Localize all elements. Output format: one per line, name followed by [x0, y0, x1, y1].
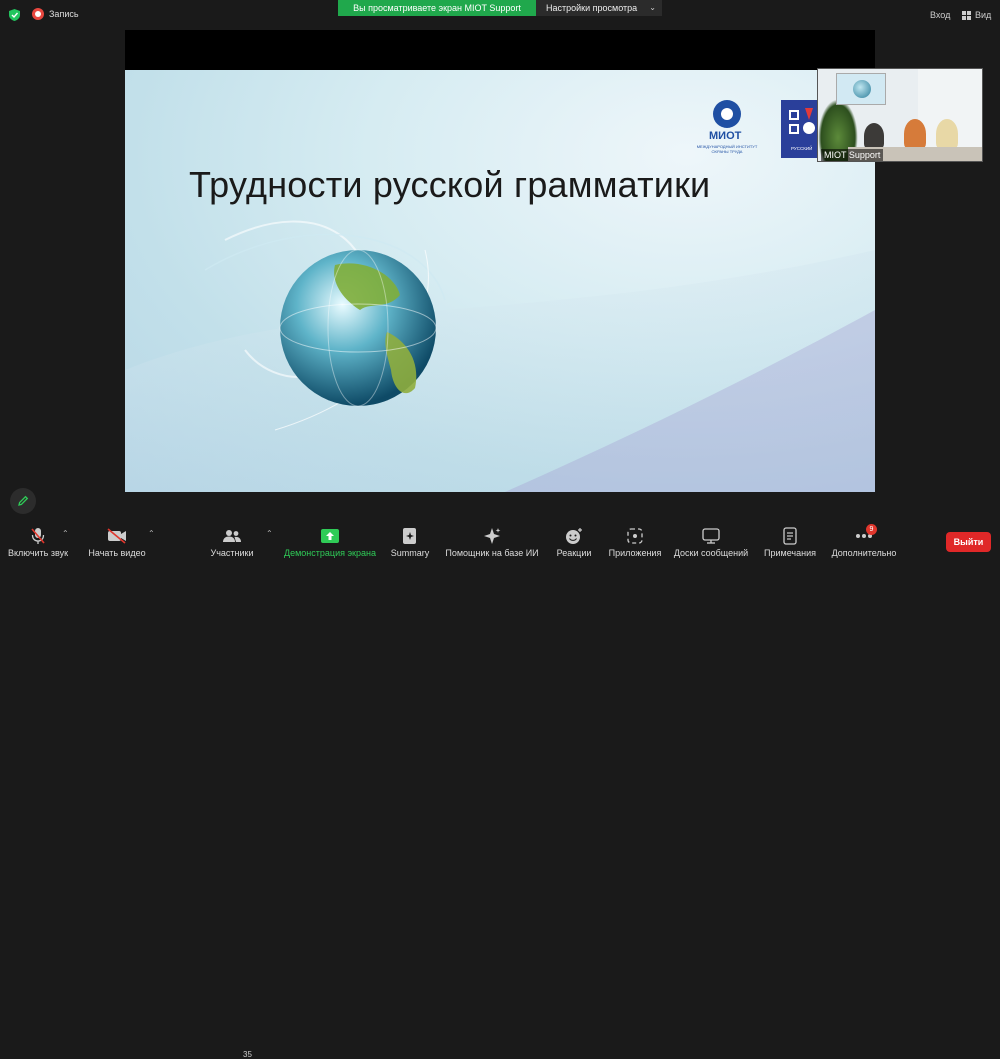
miot-logo-subtitle: Международный институт охраны труда	[696, 144, 758, 154]
share-screen-icon	[321, 529, 339, 543]
participant-video-thumbnail[interactable]: MIOT Support	[817, 68, 983, 162]
miot-logo-name: МИОТ	[709, 130, 742, 142]
share-screen-button[interactable]: Демонстрация экрана	[284, 521, 376, 562]
slide-title: Трудности русской грамматики	[189, 164, 711, 205]
video-label: Начать видео	[88, 548, 146, 558]
video-button[interactable]: Начать видео	[86, 521, 148, 562]
summary-label: Summary	[390, 548, 430, 558]
apps-label: Приложения	[608, 548, 662, 558]
top-bar: Запись Вы просматриваете экран MIOT Supp…	[0, 0, 1000, 30]
chevron-down-icon: ⌄	[649, 3, 656, 12]
record-icon	[32, 8, 44, 20]
presentation-slide: Трудности русской грамматики МИОТ Междун…	[125, 70, 875, 492]
russian-logo-label: РУССКИЙ	[791, 146, 813, 151]
participant-person	[936, 119, 958, 149]
view-button[interactable]: Вид	[962, 10, 991, 20]
view-options-label: Настройки просмотра	[546, 3, 638, 13]
ai-assistant-label: Помощник на базе ИИ	[445, 548, 539, 558]
record-label: Запись	[49, 9, 79, 19]
whiteboard-icon	[702, 528, 720, 544]
apps-icon	[627, 528, 643, 544]
qr-emblem-icon	[789, 108, 815, 134]
recording-indicator[interactable]: Запись	[32, 8, 79, 20]
share-screen-label: Демонстрация экрана	[284, 548, 376, 558]
grid-icon	[962, 10, 971, 20]
reactions-label: Реакции	[556, 548, 592, 558]
russian-logo: РУССКИЙ	[781, 100, 821, 158]
more-notification-badge: 9	[866, 524, 877, 535]
ai-assistant-button[interactable]: Помощник на базе ИИ	[444, 521, 540, 562]
participants-icon	[223, 530, 241, 542]
room-screen	[836, 73, 886, 105]
audio-button[interactable]: Включить звук	[6, 521, 70, 562]
summary-icon	[403, 528, 416, 544]
emoji-icon	[566, 528, 582, 544]
reactions-button[interactable]: Реакции	[552, 521, 596, 562]
view-label: Вид	[975, 10, 992, 20]
pencil-icon	[18, 495, 29, 506]
whiteboards-label: Доски сообщений	[673, 548, 749, 558]
participant-person	[904, 119, 926, 149]
notes-button[interactable]: Примечания	[762, 521, 818, 562]
participants-label: Участники	[210, 548, 254, 558]
participant-name-tag: MIOT Support	[821, 149, 884, 161]
participants-options-caret[interactable]: ⌃	[266, 529, 273, 538]
notes-icon	[783, 527, 797, 545]
annotate-button[interactable]	[10, 488, 36, 514]
apps-button[interactable]: Приложения	[606, 521, 664, 562]
video-options-caret[interactable]: ⌃	[148, 529, 155, 538]
summary-button[interactable]: Summary	[388, 521, 432, 562]
whiteboards-button[interactable]: Доски сообщений	[672, 521, 750, 562]
notes-label: Примечания	[764, 548, 816, 558]
audio-label: Включить звук	[7, 548, 69, 558]
signin-button[interactable]: Вход	[930, 10, 950, 20]
sparkle-icon	[484, 528, 501, 544]
participant-person	[864, 123, 884, 149]
muted-mic-icon	[31, 528, 45, 544]
shield-icon[interactable]	[9, 9, 20, 21]
miot-emblem-icon	[713, 100, 741, 128]
miot-logo: МИОТ Международный институт охраны труда	[691, 98, 763, 160]
more-label: Дополнительно	[831, 548, 897, 558]
meeting-toolbar: Включить звук ⌃ Начать видео ⌃ Участники…	[0, 521, 1000, 1059]
video-off-icon	[107, 528, 126, 544]
participants-count: 35	[243, 1050, 252, 1059]
viewing-screen-banner: Вы просматриваете экран MIOT Support	[338, 0, 536, 16]
audio-options-caret[interactable]: ⌃	[62, 529, 69, 538]
leave-meeting-button[interactable]: Выйти	[946, 532, 991, 552]
view-options-button[interactable]: Настройки просмотра ⌄	[536, 0, 662, 16]
participants-button[interactable]: Участники	[204, 521, 260, 562]
more-button[interactable]: Дополнительно	[828, 521, 900, 562]
signin-label: Вход	[930, 10, 951, 20]
